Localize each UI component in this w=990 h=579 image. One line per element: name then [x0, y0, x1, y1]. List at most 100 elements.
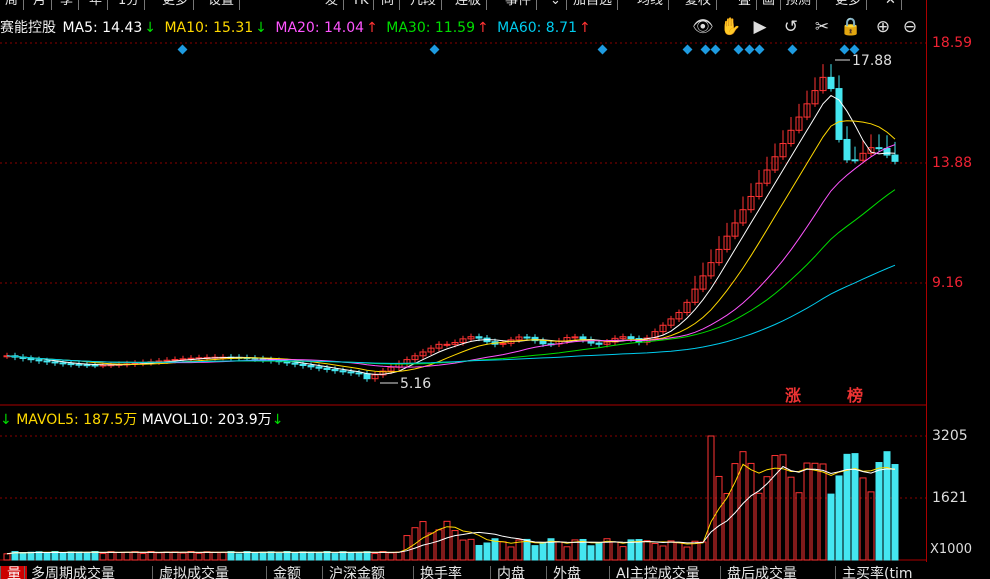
candle — [499, 342, 507, 345]
indicator-tab[interactable]: 主买率(tim — [835, 566, 918, 579]
volume-bar — [619, 546, 627, 561]
volume-bar — [587, 545, 595, 561]
candle — [339, 370, 347, 373]
candle — [851, 159, 859, 162]
indicator-tab[interactable]: 多周期成交量 — [24, 566, 121, 579]
volume-bar — [803, 462, 811, 561]
candle — [875, 147, 883, 150]
event-marker — [744, 44, 755, 55]
volume-bar — [659, 545, 667, 561]
volume-bar — [163, 551, 171, 561]
event-marker — [710, 44, 721, 55]
price-tick: 9.16 — [932, 275, 964, 291]
candle — [315, 366, 323, 369]
event-marker — [597, 44, 608, 55]
indicator-tab[interactable]: 内盘 — [490, 566, 531, 579]
candle — [91, 364, 99, 367]
candle — [291, 362, 299, 365]
price-axis: 18.59 13.88 9.16 3205 1621 — [926, 0, 990, 579]
volume-bar — [835, 475, 843, 561]
indicator-tab[interactable]: 金额 — [266, 566, 307, 579]
volume-bar — [27, 551, 35, 561]
volume-bar — [195, 552, 203, 561]
volume-bar — [387, 552, 395, 561]
volume-bar — [171, 551, 179, 561]
candle — [307, 365, 315, 368]
volume-bar — [507, 546, 515, 561]
volume-bar — [515, 539, 523, 561]
volume-bar — [867, 491, 875, 561]
candle — [67, 363, 75, 366]
candle — [475, 336, 483, 339]
candle — [163, 359, 171, 362]
volume-bar — [563, 546, 571, 561]
limit-up-badge[interactable]: 涨 — [785, 382, 801, 406]
volume-bar — [643, 540, 651, 561]
max-price-label: 17.88 — [852, 53, 892, 69]
ma-line — [6, 264, 896, 364]
volume-bar — [67, 551, 75, 561]
volume-bar — [555, 541, 563, 561]
candle — [59, 362, 67, 365]
candle — [299, 363, 307, 367]
volume-bar — [363, 551, 371, 561]
min-price-label: 5.16 — [400, 376, 431, 392]
volume-bar — [523, 538, 531, 561]
volume-bar — [491, 538, 499, 561]
ma-line — [6, 120, 896, 373]
volume-bar — [179, 552, 187, 561]
volume-bar — [459, 539, 467, 561]
volume-bar — [683, 546, 691, 561]
volume-bar — [83, 552, 91, 561]
indicator-tab[interactable]: 沪深金额 — [322, 566, 391, 579]
candle — [539, 340, 547, 345]
volume-bar — [747, 462, 755, 561]
volume-bar — [819, 463, 827, 561]
event-marker — [700, 44, 711, 55]
volume-legend-item: MAVOL10: 203.9万 — [141, 412, 272, 428]
candle — [571, 336, 579, 339]
candle — [595, 342, 603, 345]
volume-bar — [499, 541, 507, 561]
volume-bar — [891, 464, 899, 561]
volume-bar — [667, 540, 675, 561]
candle — [331, 368, 339, 372]
volume-bar — [299, 551, 307, 561]
indicator-tab-bar: 量多周期成交量 虚拟成交量 金额 沪深金额 换手率 内盘 外盘 AI主控成交量 盘后成交量 主买率… — [0, 562, 990, 579]
volume-bar — [539, 542, 547, 561]
volume-bar — [859, 477, 867, 561]
indicator-tab[interactable]: 虚拟成交量 — [152, 566, 235, 579]
volume-bar — [35, 551, 43, 561]
volume-bar — [155, 552, 163, 561]
candle — [883, 147, 891, 156]
volume-trend-arrow: ↓ — [0, 412, 12, 428]
volume-tick: 1621 — [932, 490, 968, 506]
indicator-tab[interactable]: 换手率 — [413, 566, 468, 579]
volume-bar — [771, 455, 779, 561]
volume-trend-arrow: ↓ — [271, 412, 284, 428]
volume-bar — [275, 552, 283, 561]
volume-bar — [315, 552, 323, 561]
volume-bar — [355, 551, 363, 561]
volume-bar — [723, 493, 731, 561]
volume-bar — [43, 552, 51, 561]
volume-bar — [571, 539, 579, 561]
volume-bar — [75, 551, 83, 561]
indicator-tab[interactable]: AI主控成交量 — [609, 566, 706, 579]
candle — [363, 373, 371, 380]
volume-bar — [795, 492, 803, 561]
volume-bar — [259, 551, 267, 561]
ranking-badge[interactable]: 榜 — [847, 382, 863, 406]
indicator-tab[interactable]: 量 — [0, 566, 27, 579]
indicator-tab[interactable]: 外盘 — [546, 566, 587, 579]
volume-unit: X1000 — [930, 542, 972, 557]
volume-bar — [251, 552, 259, 561]
volume-bar — [827, 493, 835, 561]
kline-chart[interactable]: 17.88 5.16 — [0, 0, 926, 579]
volume-bar — [307, 551, 315, 561]
volume-legend-item: MAVOL5: 187.5万 — [16, 412, 138, 428]
volume-bar — [131, 551, 139, 561]
indicator-tab[interactable]: 盘后成交量 — [720, 566, 803, 579]
ma-line — [6, 94, 896, 375]
volume-bar — [339, 551, 347, 561]
